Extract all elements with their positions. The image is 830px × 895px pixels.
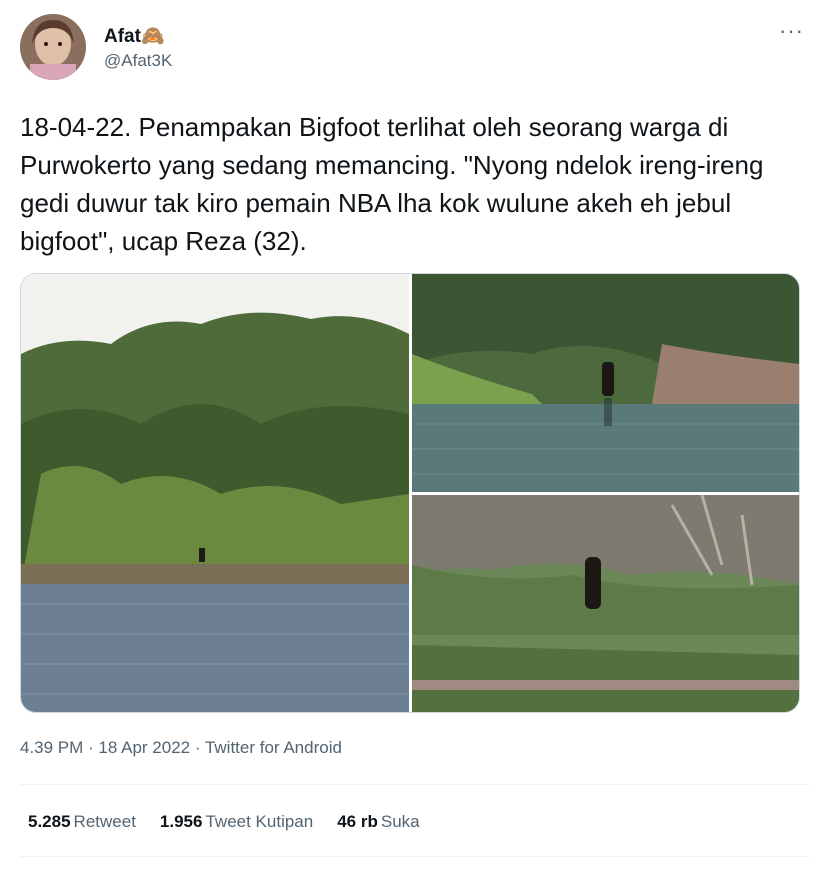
quotes-count: 1.956 <box>159 812 203 831</box>
retweets-label: Retweet <box>73 812 136 831</box>
avatar[interactable] <box>20 14 86 80</box>
meta-separator: · <box>190 738 205 757</box>
author-name[interactable]: Afat🙈 <box>104 24 165 48</box>
photo-lake-shore-figure[interactable] <box>412 274 799 492</box>
media-grid <box>20 273 800 713</box>
likes-stat[interactable]: 46 rb Suka <box>337 812 419 832</box>
tweet-source[interactable]: Twitter for Android <box>205 738 342 757</box>
more-horizontal-icon[interactable]: ··· <box>779 18 804 44</box>
likes-count: 46 rb <box>337 812 378 831</box>
tweet-stats: 5.285 Retweet 1.956 Tweet Kutipan 46 rb Suk… <box>28 812 420 832</box>
tweet-header: Afat🙈 @Afat3K ··· <box>20 14 810 84</box>
quotes-stat[interactable]: 1.956 Tweet Kutipan <box>160 812 313 832</box>
meta-separator: · <box>83 738 99 757</box>
divider <box>20 784 810 785</box>
author-handle[interactable]: @Afat3K <box>104 51 172 71</box>
photo-lake-shore-forest[interactable] <box>21 274 409 712</box>
likes-label: Suka <box>380 812 420 831</box>
tweet-meta: 4.39 PM · 18 Apr 2022 · Twitter for Andr… <box>20 738 342 758</box>
tweet-text: 18-04-22. Penampakan Bigfoot terlihat ol… <box>20 112 764 256</box>
divider <box>20 856 810 857</box>
quotes-label: Tweet Kutipan <box>205 812 314 831</box>
retweets-stat[interactable]: 5.285 Retweet <box>28 812 136 832</box>
tweet-time[interactable]: 4.39 PM <box>20 738 83 757</box>
photo-forest-clearing-figure[interactable] <box>412 495 799 712</box>
retweets-count: 5.285 <box>28 812 71 831</box>
tweet-date[interactable]: 18 Apr 2022 <box>98 738 190 757</box>
